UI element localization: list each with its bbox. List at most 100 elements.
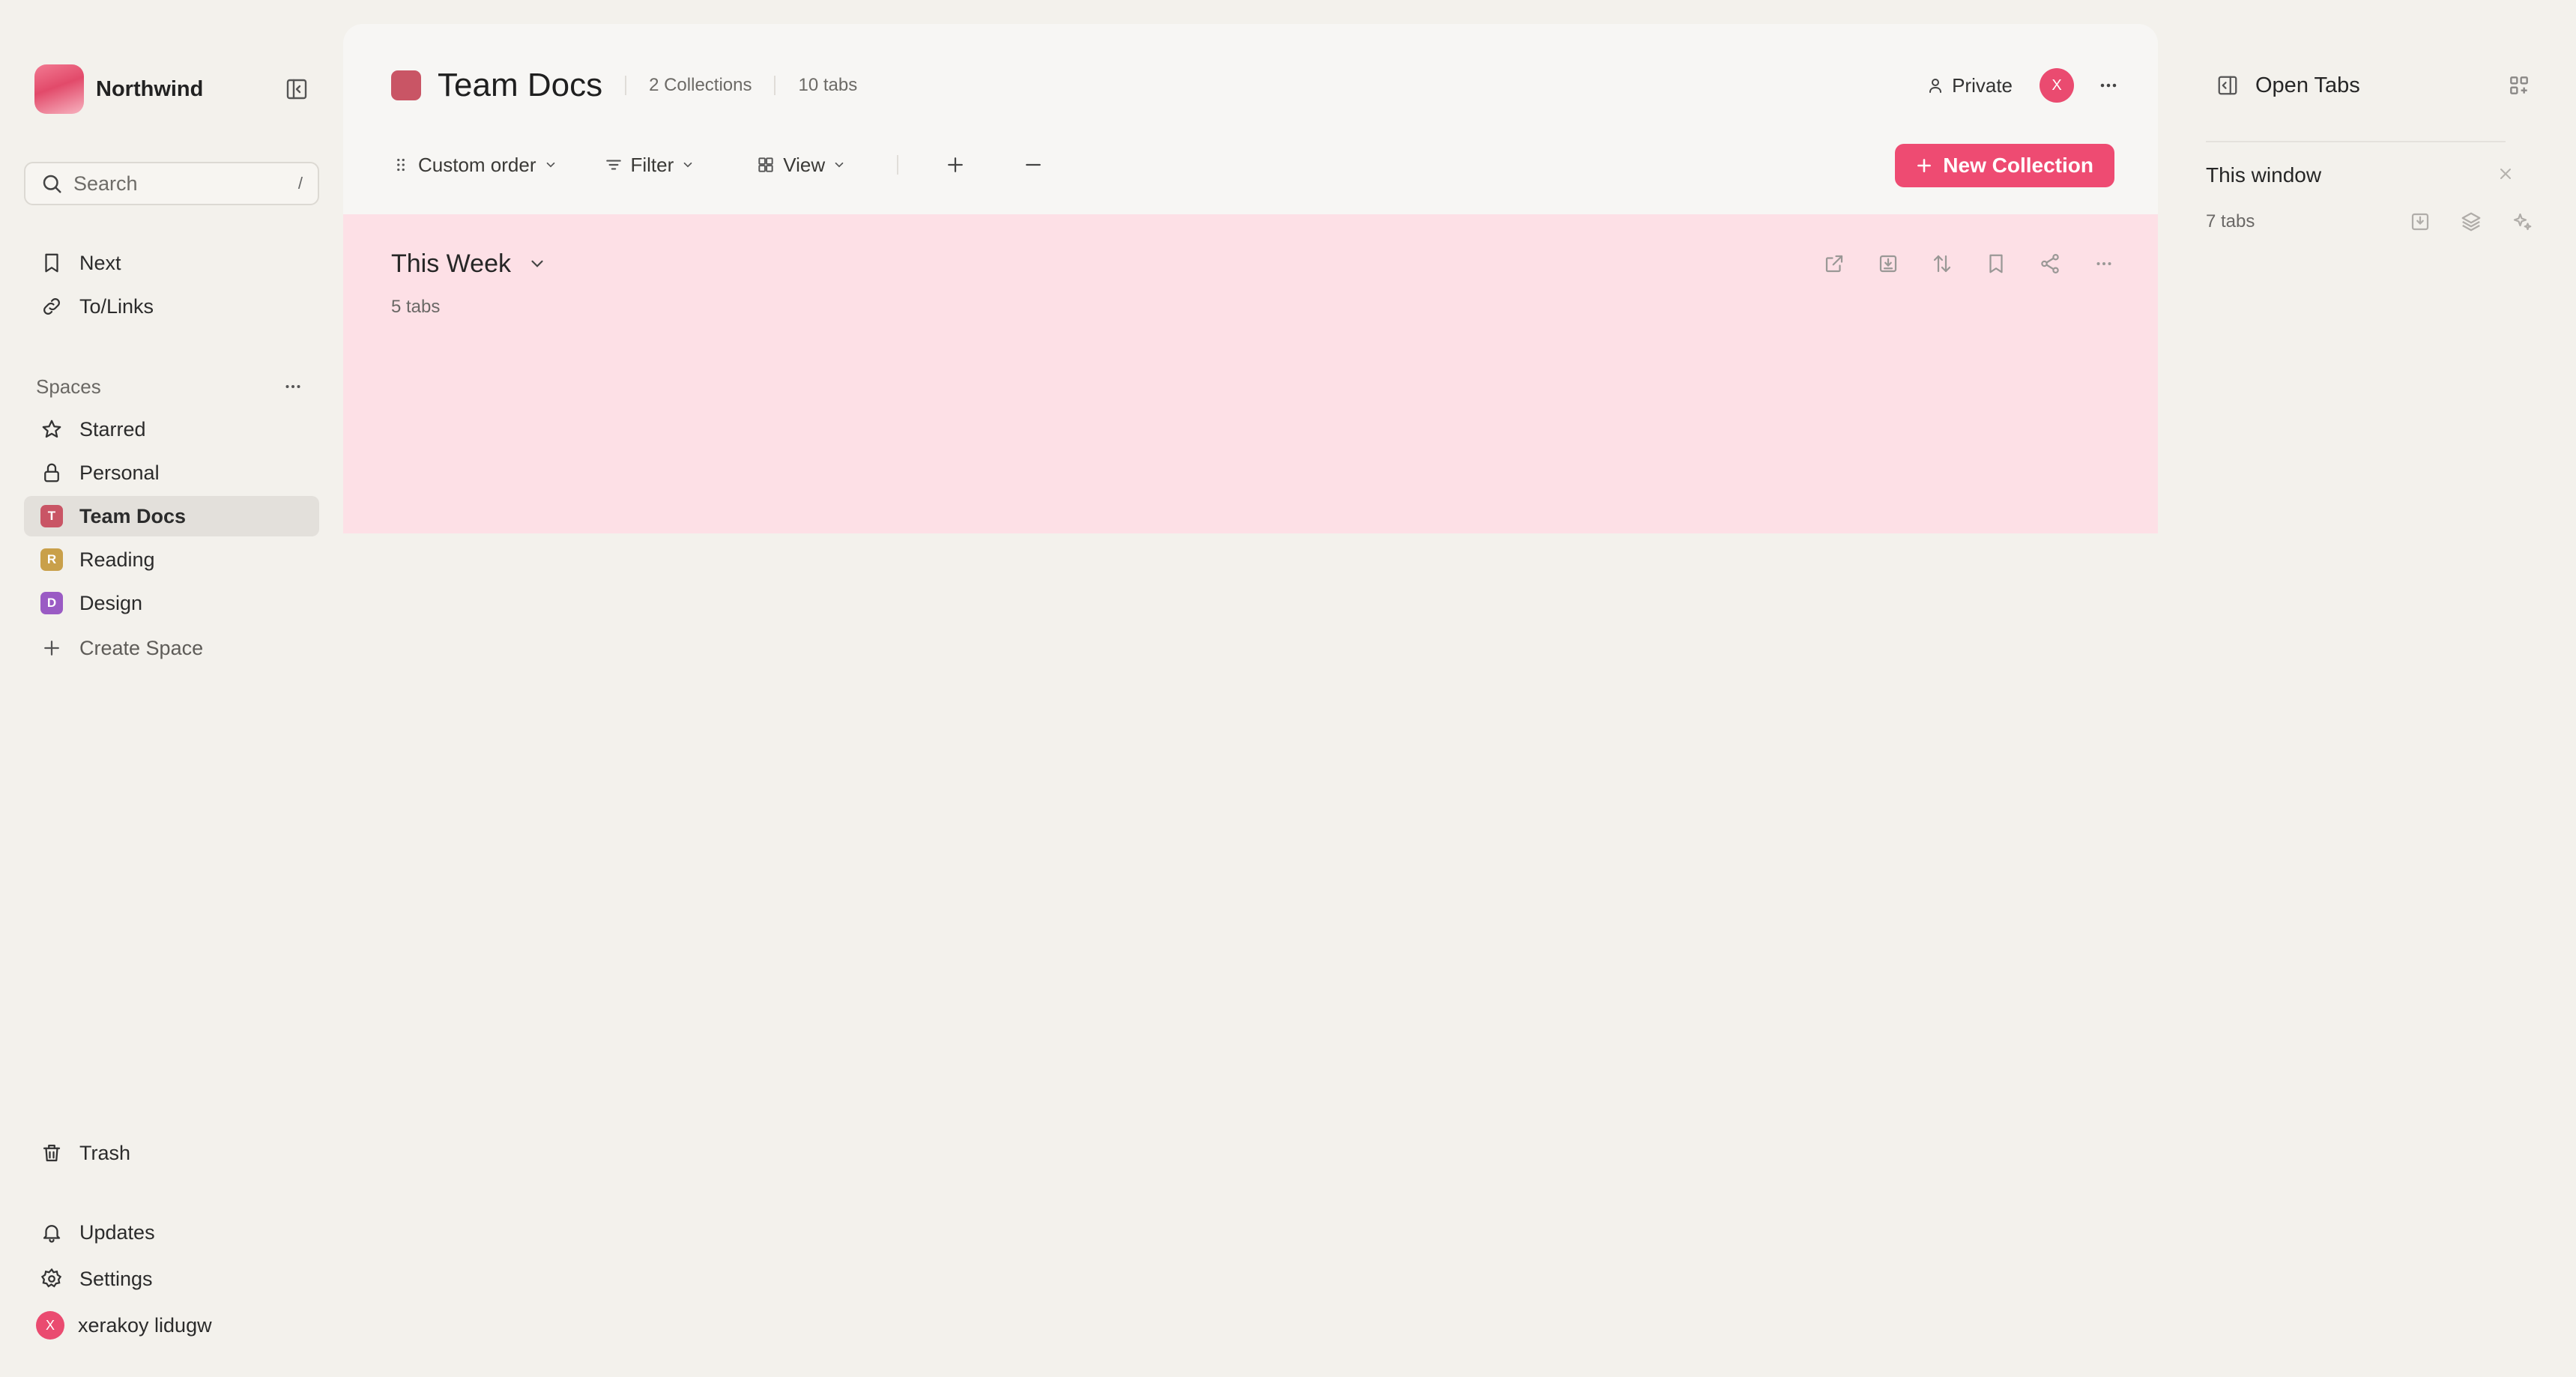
main-header: Team Docs 2 Collections 10 tabs Private … [343,24,2158,214]
user-profile[interactable]: X xerakoy lidugw [24,1305,319,1346]
collection-card: This Week 5 tabs [343,214,2158,533]
tab-grid-icon[interactable] [2507,73,2531,97]
sparkle-icon[interactable] [2509,208,2536,235]
create-space-label: Create Space [79,636,204,659]
sidebar-item-label: Personal [79,461,160,484]
sidebar-item-reading[interactable]: R Reading [24,539,319,580]
sidebar-item-design[interactable]: D Design [24,583,319,623]
sidebar-item-label: Trash [79,1141,131,1164]
window-tab-count: 7 tabs [2206,211,2255,231]
sidebar-item-to-links[interactable]: To/Links [24,286,319,327]
sidebar-item-trash[interactable]: Trash [24,1133,319,1173]
collections-count: 2 Collections [649,75,752,95]
drag-handle-icon [391,155,411,175]
filter-dropdown[interactable]: Filter [604,154,695,177]
spaces-heading: Spaces [36,375,101,398]
search-input[interactable]: Search / [24,162,319,205]
collection-header[interactable]: This Week [391,244,547,283]
user-icon [1926,76,1944,94]
link-icon [40,295,63,318]
main-panel: Team Docs 2 Collections 10 tabs Private … [343,24,2158,1377]
save-tabs-icon[interactable] [1873,249,1903,279]
create-space-button[interactable]: Create Space [24,628,319,668]
space-color-swatch[interactable] [391,70,421,100]
sort-icon[interactable] [1927,249,1957,279]
layers-icon[interactable] [2458,208,2485,235]
tabs-count: 10 tabs [798,75,858,95]
sidebar-item-label: Team Docs [79,504,187,527]
sidebar-item-next[interactable]: Next [24,243,319,283]
search-icon [40,172,63,195]
sidebar-item-settings[interactable]: Settings [24,1259,319,1299]
title-row: Team Docs 2 Collections 10 tabs [391,66,2114,105]
sidebar-item-starred[interactable]: Starred [24,409,319,450]
new-collection-button[interactable]: New Collection [1895,144,2114,187]
chevron-down-icon [681,158,695,172]
toolbar: Custom order Filter View New Collection [391,144,2114,187]
star-icon [40,418,63,441]
divider [2206,141,2506,142]
collapse-all-icon[interactable] [1018,150,1048,180]
avatar[interactable]: X [2040,68,2074,103]
sidebar-item-label: Starred [79,417,146,441]
spaces-more-icon[interactable] [282,375,304,398]
collapse-sidebar-icon[interactable] [285,77,309,101]
sort-dropdown[interactable]: Custom order [391,154,557,177]
privacy-label: Private [1952,73,2013,97]
chevron-down-icon [544,158,557,172]
space-letter-badge: D [40,592,63,614]
brand-name: Northwind [96,76,204,101]
more-options-icon[interactable] [2093,70,2123,100]
share-icon[interactable] [2035,249,2065,279]
page-title[interactable]: Team Docs [438,67,602,104]
expand-all-icon[interactable] [940,150,970,180]
sidebar-item-team-docs[interactable]: T Team Docs [24,496,319,536]
divider [774,76,776,95]
privacy-button[interactable]: Private [1926,74,2013,97]
filter-icon [604,155,623,175]
sidebar-item-label: Design [79,591,143,614]
sort-label: Custom order [418,153,536,176]
sidebar: Northwind Search / Next To/Links Spaces [0,0,343,1377]
bookmark-icon [40,252,63,274]
bookmark-icon[interactable] [1981,249,2011,279]
divider [625,76,627,95]
window-actions [2383,208,2536,235]
sidebar-item-label: Settings [79,1267,153,1290]
collection-tab-count: 5 tabs [391,297,441,317]
view-dropdown[interactable]: View [756,154,846,177]
chevron-down-icon[interactable] [527,254,547,273]
trash-icon [40,1142,63,1164]
open-tabs-title: Open Tabs [2255,73,2360,97]
sidebar-item-updates[interactable]: Updates [24,1212,319,1253]
close-icon[interactable] [2497,165,2515,183]
spaces-section-header: Spaces [36,373,304,400]
plus-icon [1914,156,1934,175]
open-tabs-panel: Open Tabs This window 7 tabs [2158,0,2576,1377]
collection-actions [1795,247,2119,280]
panel-toggle-icon[interactable] [2216,74,2239,97]
chevron-down-icon [832,158,846,172]
sidebar-item-label: Updates [79,1220,155,1244]
save-tabs-icon[interactable] [2407,208,2434,235]
sidebar-item-personal[interactable]: Personal [24,453,319,493]
user-name: xerakoy lidugw [78,1313,212,1337]
lock-icon [40,461,63,484]
plus-icon [40,637,63,659]
new-collection-label: New Collection [1943,154,2093,177]
window-title[interactable]: This window [2206,163,2321,187]
divider [897,155,899,175]
brand-logo [34,64,84,114]
grid-icon [756,155,775,175]
open-tabs-header: Open Tabs [2216,64,2531,106]
bell-icon [40,1221,63,1244]
open-all-icon[interactable] [1819,249,1849,279]
sidebar-item-label: To/Links [79,294,154,318]
avatar: X [36,1311,64,1340]
view-label: View [783,153,826,176]
space-letter-badge: T [40,505,63,527]
collection-title[interactable]: This Week [391,249,511,279]
workspace-header[interactable]: Northwind [34,64,319,114]
more-options-icon[interactable] [2089,249,2119,279]
filter-label: Filter [630,153,674,176]
